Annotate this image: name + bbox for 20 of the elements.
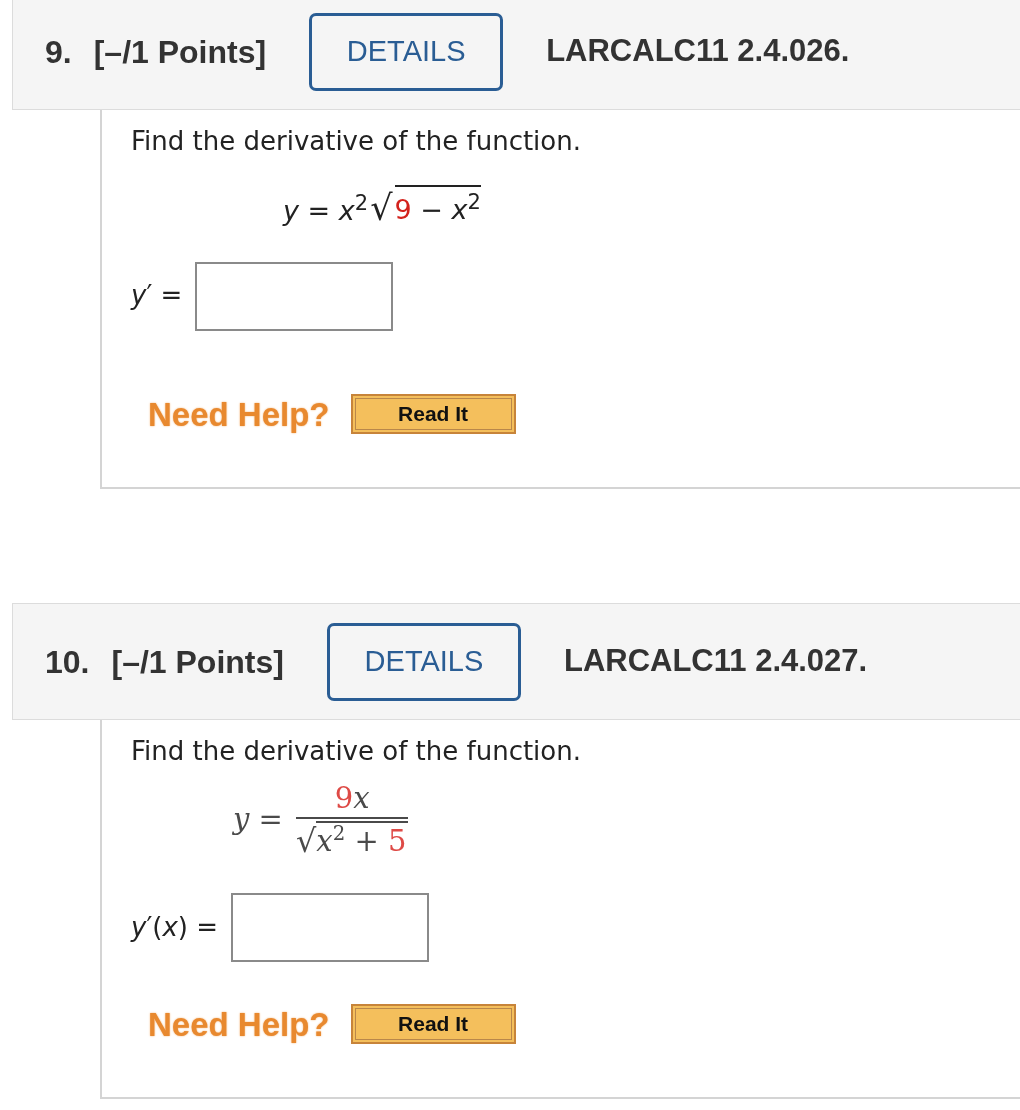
points-label: [–/1 Points] — [111, 642, 284, 682]
math-formula: y = 9x √x$^{2}$ + 5 — [233, 783, 409, 859]
question-number: 10. — [45, 642, 90, 682]
answer-label: y′ = — [131, 280, 183, 312]
details-button[interactable]: DETAILS — [309, 12, 504, 91]
points-label: [–/1 Points] — [93, 32, 267, 72]
question-number: 9. — [45, 32, 72, 72]
read-it-button[interactable]: Read It — [350, 394, 516, 434]
read-it-button[interactable]: Read It — [350, 1004, 516, 1044]
answer-label: y′(x) = — [131, 911, 219, 943]
need-help-label: Need Help? — [148, 397, 330, 431]
problem-reference: LARCALC11 2.4.026. — [546, 32, 850, 71]
answer-field[interactable] — [231, 892, 430, 962]
answer-field[interactable] — [195, 261, 394, 331]
need-help-label: Need Help? — [148, 1007, 330, 1041]
question-prompt: Find the derivative of the function. — [131, 126, 581, 158]
problem-reference: LARCALC11 2.4.027. — [563, 642, 868, 681]
question-prompt: Find the derivative of the function. — [131, 736, 581, 768]
math-formula: y = x$^{2}$√9 − x$^{2}$ — [283, 185, 481, 228]
details-button[interactable]: DETAILS — [326, 622, 521, 701]
